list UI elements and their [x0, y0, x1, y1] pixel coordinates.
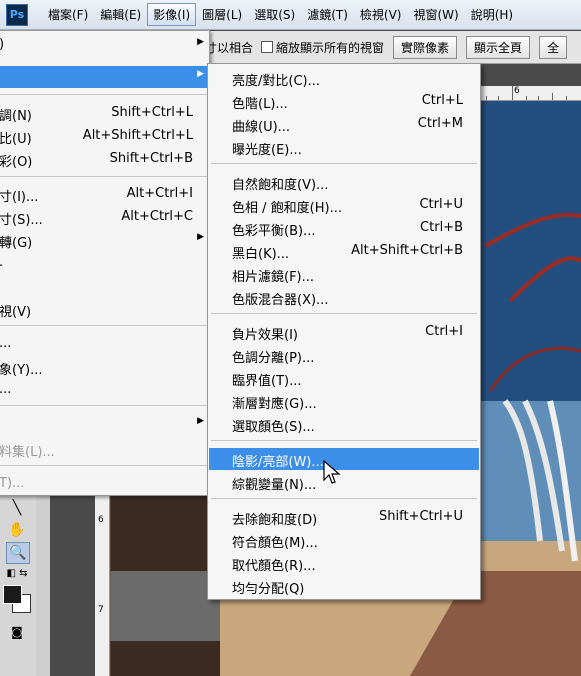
zoom-icon[interactable]: 🔍 [6, 542, 30, 564]
ruler-tick [566, 96, 567, 100]
menu-item-replace-color[interactable]: 取代顏色(R)... [209, 552, 479, 574]
menu-item-reveal-all[interactable]: 視(V) [0, 298, 209, 320]
line-tool-icon[interactable]: ╲ [6, 498, 28, 518]
submenu-arrow-icon: ▶ [197, 232, 204, 242]
menu-separator [0, 325, 207, 326]
menu-item-hue-saturation[interactable]: 色相 / 飽和度(H)... Ctrl+U [209, 194, 479, 216]
menu-item-vibrance[interactable]: 自然飽和度(V)... [209, 171, 479, 193]
menu-image[interactable]: 影像(I) [147, 3, 197, 26]
menu-separator [211, 498, 477, 499]
menu-item-trap: T)... [0, 476, 25, 491]
menu-item-threshold[interactable]: 臨界值(T)... [209, 367, 479, 389]
options-bar: 寸以相合 縮放顯示所有的視窗 實際像素 顯示全頁 全 [205, 31, 581, 64]
menu-item-image-size[interactable]: 寸(I)... Alt+Ctrl+I [0, 183, 209, 205]
menu-item-brightness-contrast[interactable]: 亮度/對比(C)... [209, 67, 479, 89]
ruler-tick [552, 93, 553, 100]
adjustments-submenu: 亮度/對比(C)... 色階(L)... Ctrl+L 曲線(U)... Ctr… [207, 63, 481, 600]
ruler-tick [526, 96, 527, 100]
ruler-tick [486, 96, 487, 100]
menu-item-selective-color[interactable]: 選取顏色(S)... [209, 413, 479, 435]
menu-item-curves[interactable]: 曲線(U)... Ctrl+M [209, 113, 479, 135]
menu-separator [0, 176, 207, 177]
menu-item-levels[interactable]: 色階(L)... Ctrl+L [209, 90, 479, 112]
menu-separator [211, 313, 477, 314]
menu-item-canvas-size[interactable]: 寸(S)... Alt+Ctrl+C [0, 206, 209, 228]
actual-pixels-button[interactable]: 實際像素 [393, 35, 458, 59]
menu-item-desaturate[interactable]: 去除飽和度(D) Shift+Ctrl+U [209, 506, 479, 528]
menu-item-variables[interactable]: ▶ [0, 413, 209, 435]
menu-separator [211, 440, 477, 441]
menu-item-shadows-highlights[interactable]: 陰影/亮部(W)... [209, 448, 479, 470]
menu-view[interactable]: 檢視(V) [354, 3, 408, 26]
ruler-label: 6 [514, 86, 520, 96]
ruler-label: 7 [98, 605, 104, 615]
zoom-all-label: 縮放顯示所有的視窗 [276, 40, 385, 55]
menu-item-mode[interactable]: ) ▶ [0, 34, 209, 56]
menu-item-exposure[interactable]: 曝光度(E)... [209, 136, 479, 158]
menu-file[interactable]: 檔案(F) [42, 3, 94, 26]
menu-edit[interactable]: 編輯(E) [94, 3, 147, 26]
menu-select[interactable]: 選取(S) [248, 3, 301, 26]
menu-separator [0, 405, 207, 406]
fill-screen-button[interactable]: 全 [539, 35, 568, 59]
menu-help[interactable]: 說明(H) [465, 3, 519, 26]
fit-text: 寸以相合 [205, 40, 254, 55]
zoom-all-checkbox[interactable] [261, 41, 274, 53]
menu-item-posterize[interactable]: 色調分離(P)... [209, 344, 479, 366]
default-colors-icon[interactable]: ◧ ⇆ [6, 564, 28, 584]
menu-bar: Ps 檔案(F) 編輯(E) 影像(I) 圖層(L) 選取(S) 濾鏡(T) 檢… [0, 0, 581, 30]
fit-screen-button[interactable]: 顯示全頁 [466, 35, 531, 59]
menu-item-gradient-map[interactable]: 漸層對應(G)... [209, 390, 479, 412]
menu-item-apply-image[interactable]: 象(Y)... [0, 356, 209, 378]
top-ruler: 6 [480, 86, 581, 101]
menu-item-channel-mixer[interactable]: 色版混合器(X)... [209, 286, 479, 308]
menu-item-calculations[interactable]: ... [0, 379, 209, 401]
ruler-tick [498, 96, 499, 100]
menu-item-equalize[interactable]: 均勻分配(Q) [209, 575, 479, 597]
menu-filter[interactable]: 濾鏡(T) [301, 3, 354, 26]
menu-item-color-balance[interactable]: 色彩平衡(B)... Ctrl+B [209, 217, 479, 239]
menu-item-variations[interactable]: 綜觀變量(N)... [209, 471, 479, 493]
menu-layer[interactable]: 圖層(L) [196, 3, 248, 26]
menu-item-auto-contrast[interactable]: 比(U) Alt+Shift+Ctrl+L [0, 125, 209, 147]
menu-item-black-white[interactable]: 黑白(K)... Alt+Shift+Ctrl+B [209, 240, 479, 262]
menu-item-image-rotation[interactable]: 轉(G) ▶ [0, 229, 209, 251]
photoshop-logo[interactable]: Ps [6, 3, 28, 26]
submenu-arrow-icon: ▶ [197, 37, 204, 47]
menu-item-auto-tone[interactable]: 調(N) Shift+Ctrl+L [0, 102, 209, 124]
menu-window[interactable]: 視窗(W) [407, 3, 464, 26]
menu-item-apply-data-set: 料集(L)... [0, 445, 55, 460]
ruler-label: 6 [98, 515, 104, 525]
image-menu: ) ▶ ▶ 調(N) Shift+Ctrl+L 比(U) Alt+Shift+C… [0, 30, 210, 496]
submenu-arrow-icon: ▶ [197, 416, 204, 426]
arrow-cursor-icon [323, 460, 341, 484]
ruler-tick [512, 86, 513, 100]
menu-item-match-color[interactable]: 符合顏色(M)... [209, 529, 479, 551]
foreground-color-swatch[interactable] [3, 585, 22, 604]
menu-item-invert[interactable]: 負片效果(I) Ctrl+I [209, 321, 479, 343]
hand-icon[interactable]: ✋ [6, 520, 28, 540]
menu-item-duplicate[interactable]: ... [0, 333, 209, 355]
menu-separator [0, 94, 207, 95]
menu-item-auto-color[interactable]: 彩(O) Shift+Ctrl+B [0, 148, 209, 170]
submenu-arrow-icon: ▶ [197, 69, 204, 79]
tools-panel-edge [36, 496, 50, 676]
menu-separator [211, 163, 477, 164]
menu-item-crop[interactable]: . [0, 252, 209, 274]
menu-item-adjustments[interactable]: ▶ [0, 66, 209, 88]
menu-item-photo-filter[interactable]: 相片濾鏡(F)... [209, 263, 479, 285]
menu-separator [0, 465, 207, 466]
quick-mask-icon[interactable]: ◙ [6, 622, 28, 642]
ruler-tick [538, 96, 539, 100]
